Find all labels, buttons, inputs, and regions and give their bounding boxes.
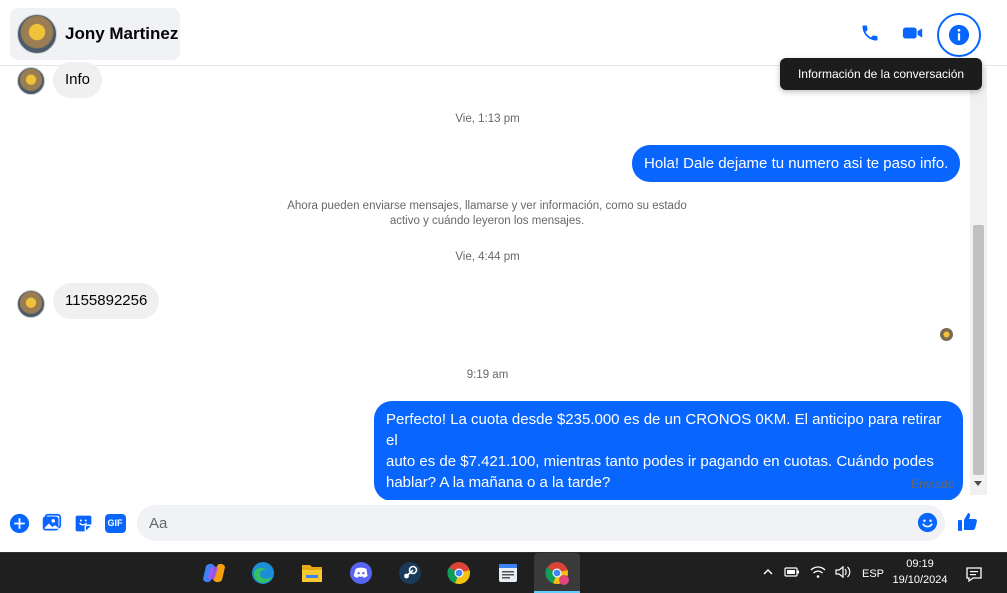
taskbar-edge[interactable]	[248, 558, 278, 588]
steam-icon	[399, 562, 421, 584]
message-line: hablar? A la mañana o a la tarde?	[386, 474, 611, 491]
language-indicator[interactable]: ESP	[862, 568, 884, 580]
image-icon	[42, 513, 61, 530]
gif-button[interactable]: GIF	[104, 512, 126, 534]
outgoing-message[interactable]: Perfecto! La cuota desde $235.000 es de …	[374, 401, 963, 501]
system-notice: Ahora pueden enviarse mensajes, llamarse…	[262, 199, 712, 229]
gif-label: GIF	[107, 518, 123, 528]
sticker-icon	[75, 515, 91, 531]
chrome-profile-icon	[545, 562, 569, 585]
emoji-button[interactable]	[917, 512, 938, 538]
outgoing-message[interactable]: Hola! Dale dejame tu numero asi te paso …	[632, 145, 961, 182]
scroll-thumb[interactable]	[973, 225, 984, 475]
taskbar-copilot[interactable]	[199, 558, 229, 588]
chrome-icon	[447, 562, 470, 585]
messenger-window: Jony Martinez Info Vie, 1:13 pm Hola! Da…	[0, 0, 1007, 593]
taskbar-notepad[interactable]	[493, 558, 523, 588]
clock-time: 09:19	[906, 558, 934, 570]
sticker-button[interactable]	[72, 512, 94, 534]
video-call-button[interactable]	[894, 14, 932, 52]
message-timestamp: 9:19 am	[466, 369, 509, 381]
sent-status: Enviado	[911, 477, 955, 491]
conversation-header: Jony Martinez	[0, 0, 1007, 66]
notifications-button[interactable]	[965, 553, 983, 593]
wifi-icon[interactable]	[810, 565, 826, 582]
incoming-message[interactable]: 1155892256	[53, 283, 160, 319]
message-line: Perfecto! La cuota desde $235.000 es de …	[386, 411, 942, 449]
conversation-info-button[interactable]	[937, 13, 981, 57]
incoming-message[interactable]: Info	[53, 62, 103, 98]
message-timestamp: Vie, 4:44 pm	[455, 251, 520, 263]
windows-taskbar: ESP 09:19 19/10/2024	[0, 552, 1007, 593]
contact-avatar	[17, 14, 57, 54]
smiley-icon	[917, 512, 938, 533]
discord-icon	[350, 562, 372, 584]
contact-name: Jony Martinez	[65, 24, 179, 43]
taskbar-discord[interactable]	[346, 558, 376, 588]
system-tray: ESP	[762, 553, 884, 593]
battery-icon[interactable]	[784, 566, 800, 581]
taskbar-steam[interactable]	[395, 558, 425, 588]
taskbar-clock[interactable]: 09:19 19/10/2024	[885, 556, 955, 588]
attach-media-button[interactable]	[40, 512, 62, 534]
message-timestamp: Vie, 1:13 pm	[455, 113, 520, 125]
sender-avatar	[17, 67, 45, 95]
video-camera-icon	[902, 27, 923, 39]
sender-avatar	[17, 290, 45, 318]
scroll-down-arrow-icon[interactable]	[974, 481, 982, 486]
copilot-icon	[203, 563, 225, 583]
message-input[interactable]	[137, 505, 945, 541]
volume-icon[interactable]	[834, 565, 852, 582]
contact-profile-button[interactable]: Jony Martinez	[10, 8, 180, 60]
message-composer: GIF	[0, 500, 1007, 552]
notification-icon	[966, 566, 982, 582]
chat-scrollbar[interactable]	[970, 67, 987, 495]
edge-icon	[252, 562, 274, 584]
voice-call-button[interactable]	[851, 14, 889, 52]
system-notice-line: activo y cuándo leyeron los mensajes.	[389, 215, 585, 227]
like-button[interactable]	[956, 510, 980, 539]
taskbar-chrome[interactable]	[444, 558, 474, 588]
system-notice-line: Ahora pueden enviarse mensajes, llamarse…	[287, 200, 687, 212]
clock-date: 19/10/2024	[892, 574, 948, 586]
notepad-icon	[499, 564, 517, 582]
phone-icon	[862, 25, 878, 41]
info-tooltip: Información de la conversación	[780, 58, 982, 90]
message-list: Info Vie, 1:13 pm Hola! Dale dejame tu n…	[0, 62, 970, 501]
info-icon	[948, 24, 970, 46]
message-line: auto es de $7.421.100, mientras tanto po…	[386, 453, 934, 470]
taskbar-file-explorer[interactable]	[297, 558, 327, 588]
thumbs-up-icon	[958, 513, 977, 531]
chevron-up-icon[interactable]	[762, 566, 774, 581]
read-receipt-avatar	[940, 328, 953, 341]
plus-circle-icon	[9, 513, 29, 533]
file-explorer-icon	[302, 565, 322, 582]
gif-icon: GIF	[104, 513, 126, 533]
more-actions-button[interactable]	[8, 512, 30, 534]
taskbar-chrome-profile[interactable]	[534, 553, 580, 593]
